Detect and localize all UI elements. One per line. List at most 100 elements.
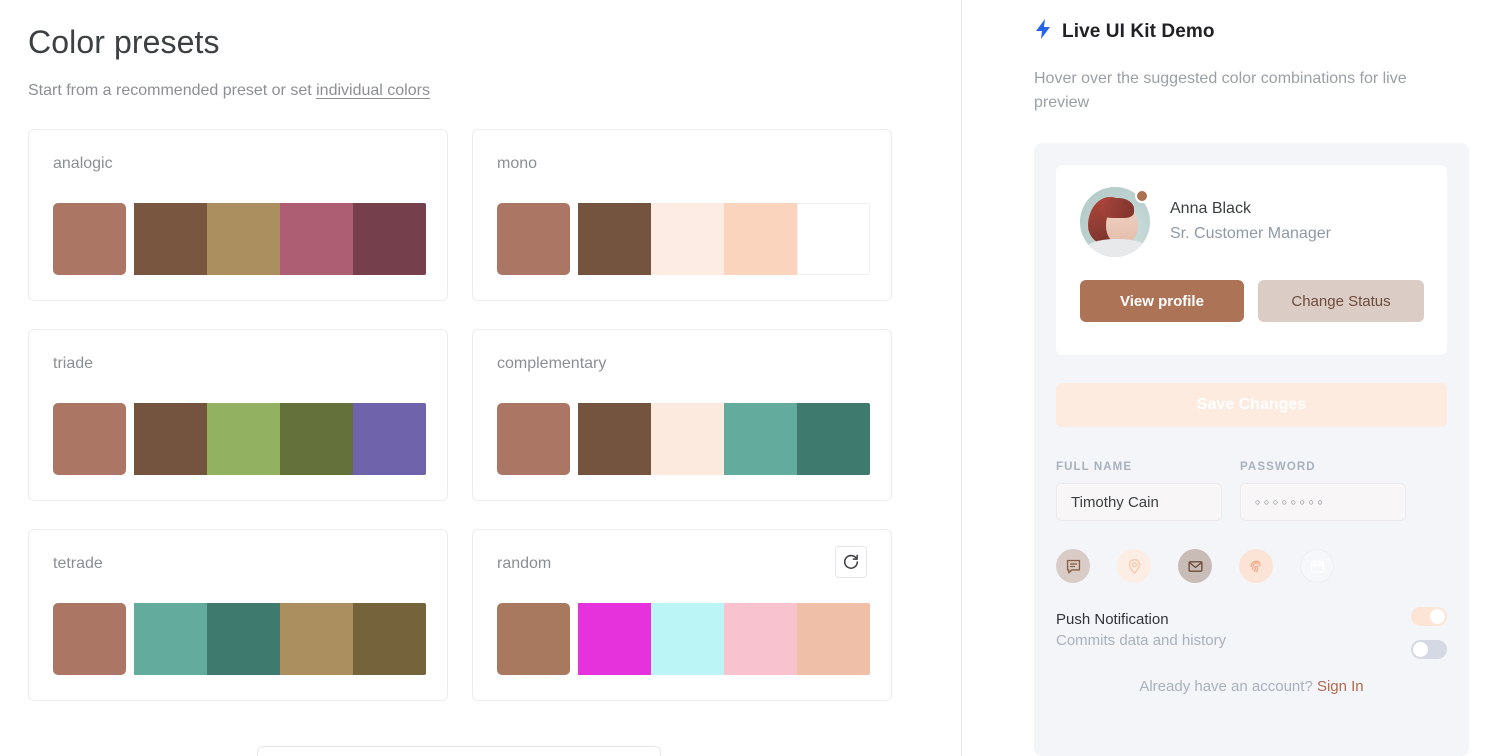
demo-title: Live UI Kit Demo: [1062, 20, 1215, 42]
preset-name: analogic: [53, 155, 113, 172]
full-name-field-group: FULL NAME Timothy Cain: [1056, 461, 1222, 521]
envelope-icon[interactable]: [1178, 549, 1212, 583]
chat-bubble-icon[interactable]: [1056, 549, 1090, 583]
preset-grid: analogic mono triade complementary tetrade ra…: [28, 129, 898, 701]
app-root: Color presets Start from a recommended p…: [0, 0, 1503, 756]
preset-name: tetrade: [53, 555, 103, 572]
preset-name: triade: [53, 355, 94, 372]
color-swatch[interactable]: [207, 603, 280, 675]
preset-header: mono: [497, 154, 867, 174]
icon-row: [1056, 549, 1447, 583]
full-name-label: FULL NAME: [1056, 461, 1133, 473]
push-notification-title: Push Notification: [1056, 611, 1169, 628]
calendar-icon[interactable]: [1300, 549, 1334, 583]
preset-card-tetrade[interactable]: tetrade: [28, 529, 448, 701]
push-notification-subtitle: Commits data and history: [1056, 632, 1227, 649]
color-swatch[interactable]: [578, 403, 651, 475]
ui-kit-panel: Anna Black Sr. Customer Manager View pro…: [1034, 143, 1469, 756]
color-swatch[interactable]: [724, 603, 797, 675]
password-input[interactable]: ○○○○○○○○: [1240, 483, 1406, 521]
swatch-row: [497, 603, 870, 675]
bottom-partial-panel[interactable]: [257, 746, 661, 756]
color-swatch[interactable]: [651, 403, 724, 475]
color-swatch[interactable]: [578, 603, 651, 675]
map-pin-icon[interactable]: [1117, 549, 1151, 583]
color-swatch[interactable]: [134, 203, 207, 275]
color-swatch[interactable]: [134, 403, 207, 475]
preset-header: complementary: [497, 354, 867, 374]
color-swatch[interactable]: [724, 203, 797, 275]
sign-in-link[interactable]: Sign In: [1317, 678, 1364, 695]
commits-history-toggle-off[interactable]: [1411, 640, 1447, 659]
individual-colors-link[interactable]: individual colors: [316, 82, 430, 99]
color-swatch[interactable]: [207, 203, 280, 275]
swatch-row: [53, 203, 426, 275]
page-title: Color presets: [28, 24, 220, 60]
preset-header: tetrade: [53, 554, 423, 574]
color-swatch[interactable]: [497, 403, 570, 475]
view-profile-button[interactable]: View profile: [1080, 280, 1244, 322]
profile-card: Anna Black Sr. Customer Manager View pro…: [1056, 165, 1447, 355]
color-presets-pane: Color presets Start from a recommended p…: [0, 0, 962, 756]
preset-card-triade[interactable]: triade: [28, 329, 448, 501]
change-status-button[interactable]: Change Status: [1258, 280, 1424, 322]
color-swatch[interactable]: [797, 203, 870, 275]
swatch-row: [53, 603, 426, 675]
signin-prompt: Already have an account?: [1139, 678, 1317, 695]
color-swatch[interactable]: [797, 603, 870, 675]
swatch-row: [497, 403, 870, 475]
password-label: PASSWORD: [1240, 461, 1316, 473]
color-swatch[interactable]: [353, 203, 426, 275]
profile-buttons: View profile Change Status: [1080, 280, 1425, 322]
lightning-bolt-icon: [1034, 18, 1052, 45]
full-name-input[interactable]: Timothy Cain: [1056, 483, 1222, 521]
preset-card-complementary[interactable]: complementary: [472, 329, 892, 501]
swatch-row: [53, 403, 426, 475]
status-dot: [1135, 189, 1149, 203]
color-swatch[interactable]: [651, 203, 724, 275]
color-swatch[interactable]: [280, 203, 353, 275]
push-notification-block: Push Notification Commits data and histo…: [1056, 607, 1447, 659]
color-swatch[interactable]: [578, 203, 651, 275]
demo-subtitle: Hover over the suggested color combinati…: [1034, 70, 1407, 111]
color-swatch[interactable]: [797, 403, 870, 475]
fingerprint-icon[interactable]: [1239, 549, 1273, 583]
color-swatch[interactable]: [497, 203, 570, 275]
demo-header: Live UI Kit Demo: [1034, 18, 1463, 45]
color-swatch[interactable]: [651, 603, 724, 675]
profile-role: Sr. Customer Manager: [1170, 225, 1331, 242]
password-field-group: PASSWORD ○○○○○○○○: [1240, 461, 1406, 521]
refresh-icon: [843, 554, 859, 569]
preset-card-analogic[interactable]: analogic: [28, 129, 448, 301]
page-subtitle-text: Start from a recommended preset or set: [28, 82, 317, 99]
color-swatch[interactable]: [53, 203, 126, 275]
color-swatch[interactable]: [353, 603, 426, 675]
preset-header: random: [497, 546, 867, 578]
preset-card-mono[interactable]: mono: [472, 129, 892, 301]
avatar[interactable]: [1080, 187, 1150, 257]
color-swatch[interactable]: [53, 603, 126, 675]
color-swatch[interactable]: [353, 403, 426, 475]
color-swatch[interactable]: [724, 403, 797, 475]
preset-card-random[interactable]: random: [472, 529, 892, 701]
live-demo-pane: Live UI Kit Demo Hover over the suggeste…: [962, 0, 1503, 756]
preset-name: mono: [497, 155, 538, 172]
color-swatch[interactable]: [53, 403, 126, 475]
color-swatch[interactable]: [497, 603, 570, 675]
form-fields: FULL NAME Timothy Cain PASSWORD ○○○○○○○○: [1056, 461, 1447, 521]
swatch-row: [497, 203, 870, 275]
preset-header: analogic: [53, 154, 423, 174]
color-swatch[interactable]: [207, 403, 280, 475]
refresh-random-button[interactable]: [835, 546, 867, 578]
color-swatch[interactable]: [280, 603, 353, 675]
profile-name: Anna Black: [1170, 200, 1251, 217]
profile-top: Anna Black Sr. Customer Manager: [1080, 187, 1425, 257]
profile-identity: Anna Black Sr. Customer Manager: [1170, 198, 1331, 246]
preset-name: random: [497, 555, 552, 572]
color-swatch[interactable]: [280, 403, 353, 475]
preset-header: triade: [53, 354, 423, 374]
push-notification-toggle-on[interactable]: [1411, 607, 1447, 626]
color-swatch[interactable]: [134, 603, 207, 675]
save-changes-button[interactable]: Save Changes: [1056, 383, 1447, 427]
signin-row: Already have an account? Sign In: [1056, 678, 1447, 695]
